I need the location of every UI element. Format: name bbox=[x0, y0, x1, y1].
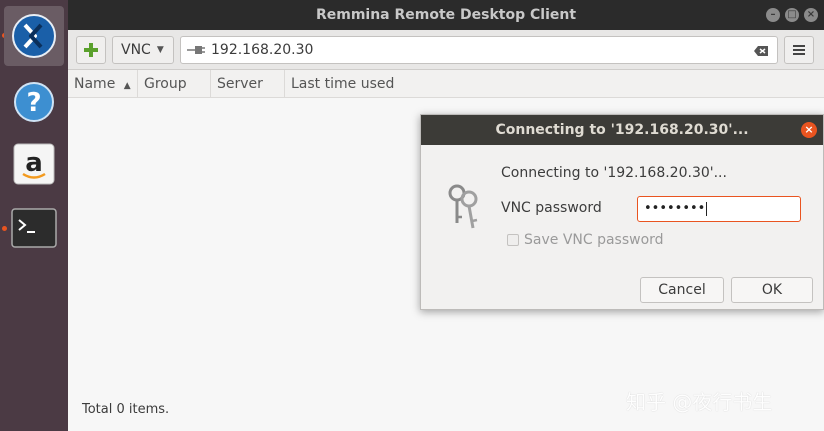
window-title: Remmina Remote Desktop Client bbox=[315, 7, 577, 23]
clear-input-icon[interactable] bbox=[753, 45, 769, 57]
column-server-label: Server bbox=[217, 76, 263, 92]
connection-list-header: Name ▲ Group Server Last time used bbox=[68, 70, 824, 98]
status-bar-text: Total 0 items. bbox=[82, 402, 170, 417]
hamburger-icon bbox=[793, 45, 805, 55]
save-password-label: Save VNC password bbox=[524, 232, 664, 248]
svg-text:?: ? bbox=[26, 88, 41, 118]
window-titlebar: Remmina Remote Desktop Client – □ × bbox=[68, 0, 824, 30]
column-group-label: Group bbox=[144, 76, 187, 92]
sort-ascending-icon: ▲ bbox=[123, 81, 131, 91]
dialog-titlebar: Connecting to '192.168.20.30'... × bbox=[421, 115, 823, 145]
keys-icon bbox=[448, 184, 478, 229]
column-group[interactable]: Group bbox=[138, 70, 211, 98]
minimize-button[interactable]: – bbox=[766, 8, 780, 22]
column-last-used-label: Last time used bbox=[291, 76, 395, 92]
password-value: •••••••• bbox=[644, 201, 706, 216]
server-input-value: 192.168.20.30 bbox=[211, 42, 314, 58]
toolbar: VNC ▼ 192.168.20.30 bbox=[68, 30, 824, 70]
maximize-button[interactable]: □ bbox=[785, 8, 799, 22]
launcher-amazon[interactable]: a bbox=[4, 134, 64, 194]
text-cursor bbox=[706, 201, 708, 216]
protocol-dropdown[interactable]: VNC ▼ bbox=[112, 36, 174, 64]
chevron-down-icon: ▼ bbox=[156, 45, 164, 55]
launcher: ? a bbox=[0, 0, 68, 431]
add-connection-button[interactable] bbox=[76, 36, 106, 64]
cancel-button[interactable]: Cancel bbox=[640, 277, 724, 303]
launcher-terminal[interactable] bbox=[4, 198, 64, 258]
dialog-message: Connecting to '192.168.20.30'... bbox=[501, 165, 727, 181]
close-button[interactable]: × bbox=[804, 8, 818, 22]
password-label: VNC password bbox=[501, 200, 602, 216]
launcher-remmina[interactable] bbox=[4, 6, 64, 66]
dialog-close-button[interactable]: × bbox=[801, 122, 817, 138]
ok-button[interactable]: OK bbox=[731, 277, 813, 303]
column-name[interactable]: Name ▲ bbox=[68, 70, 138, 98]
main-menu-button[interactable] bbox=[784, 36, 814, 64]
column-server[interactable]: Server bbox=[211, 70, 285, 98]
help-icon: ? bbox=[14, 82, 54, 122]
plug-icon bbox=[187, 46, 205, 54]
dialog-title: Connecting to '192.168.20.30'... bbox=[495, 122, 749, 138]
connecting-dialog: Connecting to '192.168.20.30'... × Conne… bbox=[420, 114, 824, 310]
protocol-label: VNC bbox=[121, 42, 151, 58]
watermark-text: 知乎 @夜行书生 bbox=[626, 390, 773, 414]
column-name-label: Name bbox=[74, 76, 116, 92]
column-last-used[interactable]: Last time used bbox=[285, 70, 824, 98]
terminal-icon bbox=[11, 208, 57, 248]
plus-icon bbox=[84, 43, 98, 57]
svg-text:a: a bbox=[25, 148, 43, 178]
server-input[interactable]: 192.168.20.30 bbox=[180, 36, 778, 64]
password-field[interactable]: •••••••• bbox=[637, 196, 801, 222]
launcher-help[interactable]: ? bbox=[4, 72, 64, 132]
amazon-icon: a bbox=[13, 143, 55, 185]
save-password-checkbox[interactable] bbox=[507, 234, 519, 246]
remmina-icon bbox=[12, 14, 56, 58]
